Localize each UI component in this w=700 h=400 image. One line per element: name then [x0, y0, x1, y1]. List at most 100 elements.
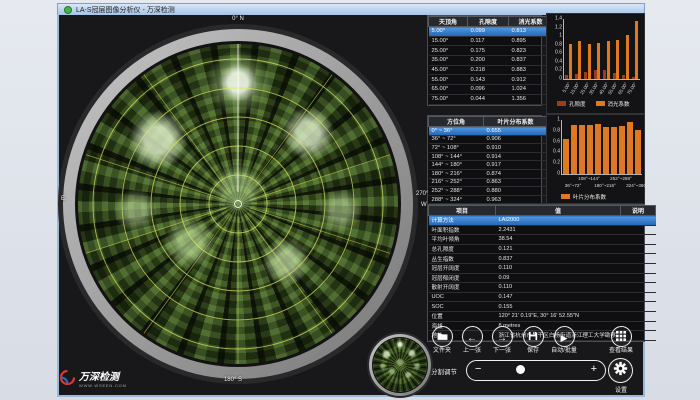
column-header[interactable]: 项目: [429, 206, 496, 216]
bar: [603, 127, 608, 174]
column-header[interactable]: 值: [496, 206, 621, 216]
table-row[interactable]: 75.00°0.0441.356: [429, 94, 553, 104]
plot-area: 00.20.40.60.81: [561, 120, 642, 175]
auto-batch-button[interactable]: ▶: [554, 326, 575, 347]
bar: [579, 125, 584, 174]
table-cell: 2.2431: [496, 225, 621, 235]
column-header[interactable]: 方位角: [429, 117, 484, 127]
table-row[interactable]: 平均叶倾角38.54: [429, 235, 656, 245]
table-row[interactable]: 288° ~ 324°0.963: [429, 195, 548, 204]
table-cell: 144° ~ 180°: [429, 161, 484, 170]
table-cell: 0.099: [468, 27, 509, 37]
table-cell: 叶面积指数: [429, 225, 496, 235]
table-cell: 216° ~ 252°: [429, 178, 484, 187]
table-cell: 位置: [429, 311, 496, 321]
table-cell: 65.00°: [429, 85, 468, 95]
gear-icon: [613, 361, 628, 381]
table-cell: 0.200: [468, 56, 509, 66]
brand-website: WWW.WSEEN.COM: [79, 383, 127, 388]
table-row[interactable]: 108° ~ 144°0.914: [429, 152, 548, 161]
table-row[interactable]: 冠层开阔度0.110: [429, 263, 656, 273]
table-cell: [621, 292, 656, 302]
table-cell: 108° ~ 144°: [429, 152, 484, 161]
y-tick-label: 0: [559, 77, 564, 82]
table-row[interactable]: 65.00°0.0961.024: [429, 85, 553, 95]
table-row[interactable]: 180° ~ 216°0.874: [429, 169, 548, 178]
save-button[interactable]: [523, 326, 544, 347]
table-row[interactable]: 位置120° 21' 0.19"E, 30° 16' 52.55"N: [429, 311, 656, 321]
table-cell: 0.175: [468, 46, 509, 56]
grid-icon: [616, 328, 626, 346]
canopy-photo[interactable]: [78, 44, 398, 364]
table-row[interactable]: 0° ~ 36°0.655: [429, 127, 548, 136]
table-row[interactable]: 冠层郁闭度0.09: [429, 273, 656, 283]
table-row[interactable]: 72° ~ 108°0.910: [429, 144, 548, 153]
slider-plus-button[interactable]: +: [591, 364, 597, 375]
table-row[interactable]: 15.00°0.1170.895: [429, 36, 553, 46]
fisheye-bezel: [58, 24, 418, 384]
zenith-azimuth-grid-overlay: [78, 44, 398, 364]
table-row[interactable]: 5.00°0.0990.813: [429, 27, 553, 37]
table-cell: UOC: [429, 292, 496, 302]
y-tick-label: 0.2: [555, 68, 564, 73]
column-header[interactable]: 孔隙度: [468, 17, 509, 27]
prev-image-button[interactable]: ←: [462, 326, 483, 347]
y-tick-label: 0.8: [555, 42, 564, 47]
table-cell: 0.09: [496, 273, 621, 283]
bar: [635, 21, 638, 79]
table-cell: 35.00°: [429, 56, 468, 66]
table-row[interactable]: 216° ~ 252°0.863: [429, 178, 548, 187]
slider-knob[interactable]: [516, 365, 525, 374]
x-tick-label: 108°~144°: [578, 177, 600, 182]
table-cell: 36° ~ 72°: [429, 135, 484, 144]
table-cell: 0.096: [468, 85, 509, 95]
table-cell: 0.143: [468, 75, 509, 85]
split-adjust-label: 分割调节: [431, 366, 457, 376]
canopy-thumbnail[interactable]: [373, 338, 427, 392]
table-row[interactable]: UOC0.147: [429, 292, 656, 302]
table-row[interactable]: 55.00°0.1430.912: [429, 75, 553, 85]
legend-label: 叶片分布系数: [573, 195, 606, 201]
plot-area: 00.20.40.60.811.21.4: [563, 19, 640, 80]
bar: [595, 124, 600, 174]
bar: [569, 44, 572, 79]
bar: [626, 35, 629, 79]
y-tick-label: 1: [557, 118, 562, 123]
table-cell: 丛生指数: [429, 254, 496, 264]
table-row[interactable]: 丛生指数0.837: [429, 254, 656, 264]
table-row[interactable]: 45.00°0.2180.883: [429, 65, 553, 75]
table-row[interactable]: 252° ~ 288°0.880: [429, 187, 548, 196]
table-row[interactable]: 计算方法LAI2000: [429, 216, 656, 226]
view-results-button[interactable]: [611, 326, 632, 347]
folder-icon: [437, 328, 448, 346]
table-row[interactable]: 叶面积指数2.2431: [429, 225, 656, 235]
table-cell: 0.044: [468, 94, 509, 104]
table-cell: [621, 216, 656, 226]
next-image-button[interactable]: →: [492, 326, 513, 347]
slider-minus-button[interactable]: −: [475, 364, 481, 375]
bar: [563, 139, 568, 174]
compass-east-label: E: [61, 196, 65, 202]
bar: [587, 125, 592, 174]
table-row[interactable]: SOC0.155: [429, 302, 656, 312]
table-row[interactable]: 25.00°0.1750.823: [429, 46, 553, 56]
table-cell: 0.874: [484, 169, 548, 178]
table-cell: 计算方法: [429, 216, 496, 226]
column-header[interactable]: 说明: [621, 206, 656, 216]
table-row[interactable]: 散射开阔度0.110: [429, 283, 656, 293]
table-row[interactable]: 144° ~ 180°0.917: [429, 161, 548, 170]
settings-button[interactable]: [608, 358, 633, 383]
split-adjust-slider[interactable]: − +: [466, 360, 606, 381]
compass-west-label: W: [421, 202, 427, 208]
table-row[interactable]: 36° ~ 72°0.906: [429, 135, 548, 144]
table-row[interactable]: 总孔隙度0.121: [429, 244, 656, 254]
y-tick-label: 1.2: [555, 25, 564, 30]
table-cell: 252° ~ 288°: [429, 187, 484, 196]
table-row[interactable]: 35.00°0.2000.837: [429, 56, 553, 66]
folder-button[interactable]: [432, 326, 453, 347]
window-title: LA-S冠层图像分析仪 - 万深检测: [76, 5, 175, 15]
table-cell: [621, 225, 656, 235]
column-header[interactable]: 叶片分布系数: [484, 117, 548, 127]
column-header[interactable]: 天顶角: [429, 17, 468, 27]
legend-swatch: [557, 101, 566, 106]
